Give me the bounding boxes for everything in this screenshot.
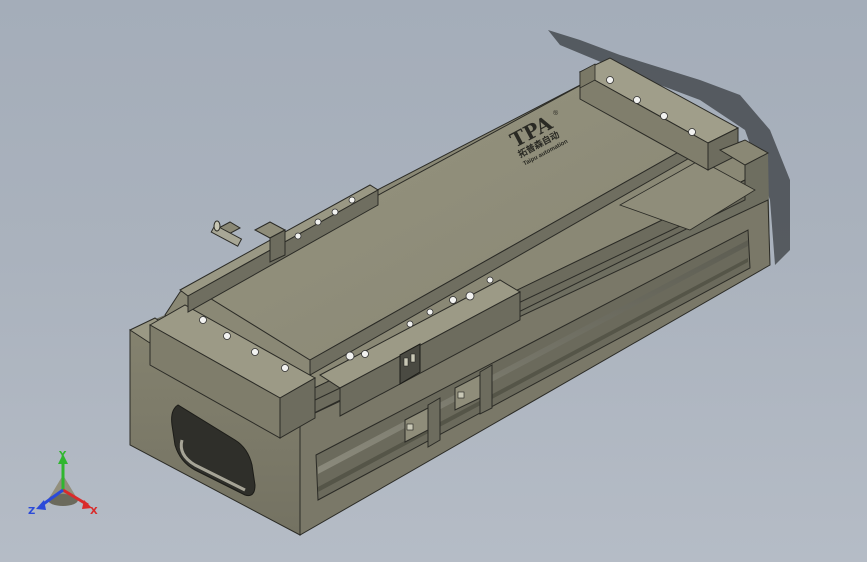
orientation-triad[interactable]: Y X Z — [28, 450, 98, 517]
z-axis-label: Z — [28, 506, 35, 517]
linear-module-model[interactable]: TPA ® 拓普森自动 Taipu automation Y X Z — [0, 0, 867, 562]
cad-viewport[interactable]: TPA ® 拓普森自动 Taipu automation Y X Z — [0, 0, 867, 562]
y-axis-label: Y — [58, 450, 67, 461]
x-axis-label: X — [90, 506, 98, 517]
